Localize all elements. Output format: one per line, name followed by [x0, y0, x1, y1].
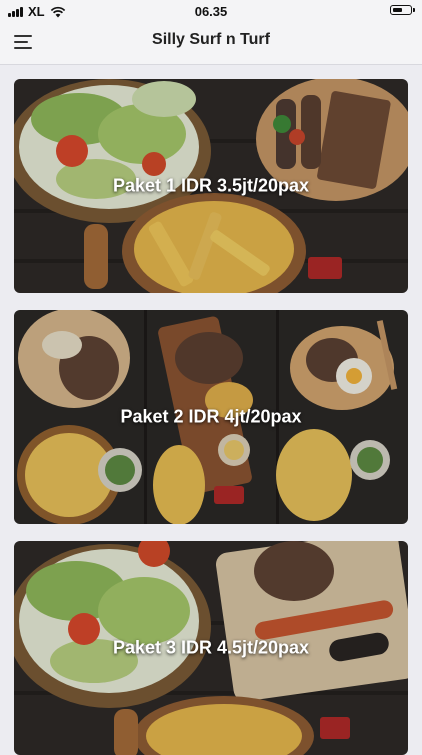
package-3-label: Paket 3 IDR 4.5jt/20pax — [112, 637, 310, 658]
status-time: 06.35 — [194, 4, 228, 19]
status-bar: XL 06.35 — [0, 0, 422, 22]
page-title: Silly Surf n Turf — [152, 31, 270, 48]
package-2-label: Paket 2 IDR 4jt/20pax — [120, 406, 302, 427]
package-card-1[interactable]: Paket 1 IDR 3.5jt/20pax — [14, 79, 408, 293]
package-card-3[interactable]: Paket 3 IDR 4.5jt/20pax — [14, 541, 408, 755]
package-card-2[interactable]: Paket 2 IDR 4jt/20pax — [14, 310, 408, 524]
nav-bar: Silly Surf n Turf — [0, 22, 422, 65]
package-1-label: Paket 1 IDR 3.5jt/20pax — [112, 175, 310, 196]
battery-level — [392, 7, 403, 12]
battery-icon — [390, 5, 415, 15]
